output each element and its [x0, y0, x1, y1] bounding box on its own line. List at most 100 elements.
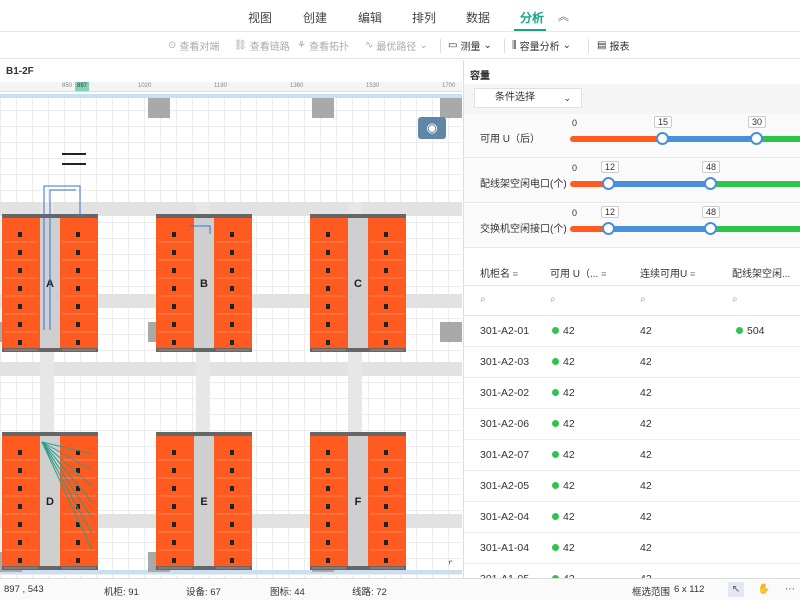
slider-low-value: 12: [601, 206, 620, 218]
table-row[interactable]: 301-A2-05 42 42: [464, 471, 800, 502]
rack-device: [384, 540, 388, 545]
capacity-panel: 容量 条件选择 ⌄ 可用 U（后） 0 15 30 配线架空闲电口(个) 0 1…: [463, 60, 800, 578]
available-u-cell: 42: [552, 542, 575, 554]
rack-name-cell: 301-A2-01: [480, 325, 530, 337]
filter-icon[interactable]: ≡: [601, 269, 606, 279]
table-row[interactable]: 301-A2-03 42 42: [464, 347, 800, 378]
ruler-tick: 1020: [138, 83, 152, 89]
slider-high-value: 30: [748, 116, 767, 128]
rack-device: [384, 250, 388, 255]
table-row[interactable]: 301-A2-01 42 42 504: [464, 316, 800, 347]
table-row[interactable]: 301-A2-06 42 42: [464, 409, 800, 440]
device-count: 设备: 67: [186, 587, 221, 598]
status-bar: 897 , 543 机柜: 91 设备: 67 图标: 44 线路: 72 框选…: [0, 578, 800, 600]
condition-select[interactable]: 条件选择 ⌄: [474, 88, 582, 108]
slider-high-thumb[interactable]: [750, 132, 763, 145]
capacity-analysis-label: 容量分析: [519, 42, 560, 53]
rack-device: [326, 522, 330, 527]
search-icon[interactable]: ⌕: [550, 294, 556, 305]
rack-column: [368, 436, 406, 566]
rack-device: [326, 504, 330, 509]
rack-device: [18, 322, 22, 327]
slider-low-thumb[interactable]: [602, 222, 615, 235]
report-button[interactable]: ▤ 报表: [597, 38, 629, 53]
report-icon: ▤: [597, 40, 607, 51]
menu-arrange[interactable]: 排列: [412, 9, 436, 26]
rack-device: [384, 450, 388, 455]
rack-device: [76, 340, 80, 345]
table-row[interactable]: 301-A2-07 42 42: [464, 440, 800, 471]
rack-device: [326, 486, 330, 491]
slider-track[interactable]: [570, 136, 800, 142]
capacity-analysis-button[interactable]: ⫼ 容量分析 ⌄: [512, 38, 571, 53]
menu-view[interactable]: 视图: [248, 9, 272, 26]
rack-device: [76, 250, 80, 255]
eye-icon[interactable]: ◉: [418, 117, 446, 139]
view-peer-button[interactable]: ⊙ 查看对端: [168, 38, 219, 53]
menu-edit[interactable]: 编辑: [358, 9, 382, 26]
column-label: 可用 U（...: [550, 269, 599, 280]
rack-device: [326, 268, 330, 273]
ruler-position-marker: 897: [75, 82, 89, 91]
slider-low-thumb[interactable]: [602, 177, 615, 190]
available-u-value: 42: [563, 449, 575, 461]
report-label: 报表: [609, 42, 630, 53]
menu-data[interactable]: 数据: [466, 9, 490, 26]
search-icon[interactable]: ⌕: [640, 294, 646, 305]
column-header-patch-ports[interactable]: 配线架空闲...: [732, 265, 790, 280]
rack-device: [172, 486, 176, 491]
ruler-tick: 1700: [442, 83, 456, 89]
condition-select-label: 条件选择: [495, 92, 535, 103]
chevron-up-double-icon[interactable]: ︽: [558, 8, 569, 24]
table-row[interactable]: 301-A1-04 42 42: [464, 533, 800, 564]
rack-device: [172, 558, 176, 563]
available-u-cell: 42: [552, 511, 575, 523]
slider-min-label: 0: [572, 118, 578, 128]
rack-device: [76, 322, 80, 327]
slider-low-value: 15: [654, 116, 673, 128]
column-header-continuous-u[interactable]: 连续可用U ≡: [640, 265, 695, 280]
slider-label: 配线架空闲电口(个): [480, 179, 567, 190]
rack-device: [18, 340, 22, 345]
rack-device: [230, 286, 234, 291]
filter-icon[interactable]: ≡: [690, 269, 695, 279]
best-path-button[interactable]: ∿ 最优路径 ⌄: [365, 38, 428, 53]
column-header-available-u[interactable]: 可用 U（... ≡: [550, 265, 606, 280]
filter-icon[interactable]: ≡: [513, 269, 518, 279]
rack-device: [18, 250, 22, 255]
table-body: 301-A2-01 42 42 504 301-A2-03 42 42 301-A2-02 42…: [464, 316, 800, 578]
status-dot: [552, 513, 559, 520]
select-cursor-icon[interactable]: ↖: [728, 582, 744, 597]
more-icon[interactable]: ⋯: [782, 582, 798, 597]
table-row[interactable]: 301-A1-054242: [464, 564, 800, 578]
measure-button[interactable]: ▭ 测量 ⌄: [448, 38, 492, 53]
slider-high-thumb[interactable]: [704, 222, 717, 235]
slider-low-thumb[interactable]: [656, 132, 669, 145]
pan-hand-icon[interactable]: ✋: [756, 582, 772, 597]
canvas-bottom-guide: [0, 570, 462, 574]
column-header-rack-name[interactable]: 机柜名 ≡: [480, 265, 518, 280]
rack-device: [230, 232, 234, 237]
rack-device: [76, 268, 80, 273]
toolbar-divider: [440, 39, 441, 53]
slider-high-value: 48: [702, 161, 721, 173]
fit-view-icon[interactable]: ⌜: [448, 560, 460, 572]
search-icon[interactable]: ⌕: [480, 294, 486, 305]
view-topology-button[interactable]: ⚘ 查看拓扑: [297, 38, 349, 53]
menu-analysis[interactable]: 分析: [520, 9, 544, 26]
view-link-button[interactable]: ⛓ 查看链路: [234, 38, 290, 53]
rack-row-edge: [156, 432, 252, 436]
rack-row-edge: [2, 432, 98, 436]
panel-title: 容量: [470, 71, 490, 82]
table-row[interactable]: 301-A2-04 42 42: [464, 502, 800, 533]
rack-device: [172, 232, 176, 237]
menu-create[interactable]: 创建: [303, 9, 327, 26]
status-dot: [552, 544, 559, 551]
search-icon[interactable]: ⌕: [732, 294, 738, 305]
rack-device: [230, 304, 234, 309]
table-row[interactable]: 301-A2-02 42 42: [464, 378, 800, 409]
ruler-tick: 1360: [290, 83, 304, 89]
continuous-u-cell: 42: [640, 387, 652, 399]
slider-high-thumb[interactable]: [704, 177, 717, 190]
floor-canvas[interactable]: B1-2F 850 1020 1190 1360 1530 1700 897 A…: [0, 60, 462, 578]
